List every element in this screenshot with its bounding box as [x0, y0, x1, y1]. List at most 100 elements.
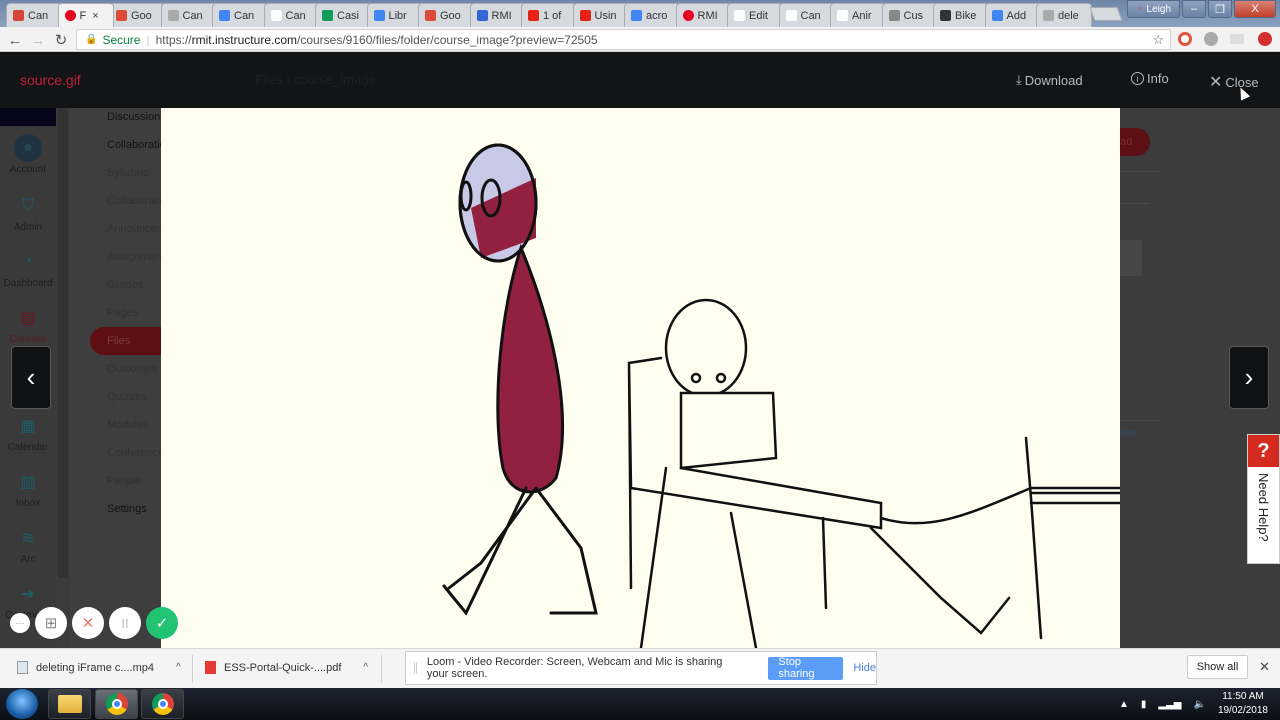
browser-tab[interactable]: Usin [572, 3, 629, 27]
global-nav-arc[interactable]: ≋ Arc [0, 524, 56, 565]
files-link: iles [1120, 427, 1137, 439]
browser-tab[interactable]: Can [778, 3, 835, 27]
browser-tab[interactable]: Add [984, 3, 1041, 27]
need-help-widget[interactable]: ? Need Help? [1247, 434, 1280, 564]
course-nav-item[interactable]: Modules [107, 419, 149, 431]
course-nav-item[interactable]: Conferences [107, 447, 162, 459]
minimize-button[interactable]: – [1182, 0, 1206, 18]
browser-tab[interactable]: Anir [830, 3, 886, 27]
extension-cast-icon[interactable] [1230, 34, 1244, 44]
browser-tab[interactable]: RMI [675, 3, 732, 27]
extension-power-icon[interactable] [1204, 32, 1218, 46]
next-file-button[interactable]: › [1229, 346, 1269, 409]
drag-handle[interactable] [414, 662, 417, 674]
taskbar-explorer[interactable] [48, 689, 91, 719]
network-icon[interactable]: ▂▃▅ [1158, 699, 1181, 710]
global-nav-account[interactable]: ● Account [0, 134, 56, 175]
course-nav-item[interactable]: People [107, 475, 141, 487]
url-input[interactable]: 🔒 Secure | https://rmit.instructure.com /… [76, 29, 1171, 50]
stop-sharing-button[interactable]: Stop sharing [768, 656, 844, 680]
profile-button[interactable]: ◔ Leigh [1127, 0, 1180, 18]
file-preview-header: source.gif Files › course_image ⤓ Downlo… [0, 52, 1280, 108]
browser-tab[interactable]: acro [624, 3, 680, 27]
shield-key-icon: ⛉ [21, 197, 34, 214]
download-item[interactable]: ESS-Portal-Quick-....pdf ^ [205, 661, 368, 674]
course-nav-item[interactable]: Quizzes [107, 391, 147, 403]
finish-recording-button[interactable]: ✓ [146, 607, 178, 639]
bookmark-star-icon[interactable]: ☆ [1152, 32, 1164, 48]
power-icon[interactable]: ▮ [1141, 699, 1147, 710]
course-nav-item[interactable]: Pages [107, 307, 138, 319]
download-button[interactable]: ⤓ Download [1016, 72, 1083, 88]
course-nav-item[interactable]: Syllabus [107, 167, 149, 179]
reload-button[interactable]: ↻ [51, 30, 71, 50]
dashboard-icon: ◔ [23, 253, 33, 270]
forward-button[interactable]: → [28, 30, 48, 50]
custom-icon [888, 10, 900, 21]
more-options-button[interactable]: ··· [10, 613, 30, 633]
show-all-downloads-button[interactable]: Show all [1187, 655, 1248, 679]
previous-file-button[interactable]: ‹ [11, 346, 51, 409]
browser-tab[interactable]: Can [263, 3, 320, 27]
extension-loom-icon[interactable] [1258, 32, 1272, 46]
course-nav-item[interactable]: Files [107, 335, 130, 347]
browser-tab[interactable]: F × [57, 3, 114, 27]
global-nav-label: Admin [13, 222, 43, 233]
global-nav-courses[interactable]: ▤ Courses [0, 304, 56, 345]
back-button[interactable]: ← [5, 30, 25, 50]
nav-scrollbar[interactable] [58, 108, 68, 578]
browser-tab[interactable]: 1 of [521, 3, 577, 27]
download-item[interactable]: deleting iFrame c....mp4 ^ [17, 661, 181, 674]
window-close-button[interactable]: X [1234, 0, 1276, 18]
course-nav-item[interactable]: Discussions [107, 111, 162, 123]
tab-title: dele [1058, 9, 1079, 22]
course-nav-item[interactable]: Assignments [107, 251, 162, 263]
browser-tab[interactable]: Can [160, 3, 217, 27]
chevron-up-icon[interactable]: ^ [363, 662, 368, 673]
browser-tab[interactable]: Bike [933, 3, 989, 27]
cancel-recording-button[interactable]: ✕ [72, 607, 104, 639]
new-tab-button[interactable] [1089, 7, 1123, 21]
tab-close-icon[interactable]: × [92, 10, 98, 22]
hide-button[interactable]: Hide [853, 662, 876, 674]
chevron-up-icon[interactable]: ^ [176, 662, 181, 673]
close-button[interactable]: ✕ Close [1209, 72, 1259, 92]
google-plus-icon [425, 10, 436, 21]
camera-toggle-button[interactable]: ⊞ [35, 607, 67, 639]
browser-tab[interactable]: Cus [881, 3, 938, 27]
browser-tab[interactable]: Goo [418, 3, 474, 27]
global-nav-inbox[interactable]: ▥ Inbox [0, 468, 56, 509]
taskbar-chrome[interactable] [141, 689, 184, 719]
inbox-icon: ▥ [20, 474, 36, 491]
profile-icon: ◔ [1136, 3, 1143, 15]
browser-tab[interactable]: dele [1036, 3, 1092, 27]
download-filename: ESS-Portal-Quick-....pdf [224, 661, 342, 674]
maximize-button[interactable]: ❐ [1208, 0, 1232, 18]
course-nav-item[interactable]: Announcements [107, 223, 162, 235]
global-nav-dashboard[interactable]: ◔ Dashboard [0, 248, 56, 289]
browser-tab[interactable]: Can [212, 3, 268, 27]
pause-recording-button[interactable]: II [109, 607, 141, 639]
volume-icon[interactable]: 🔈 [1193, 699, 1205, 710]
clock[interactable]: 11:50 AM 19/02/2018 [1218, 690, 1268, 718]
course-nav-item[interactable]: Settings [107, 503, 147, 515]
browser-tab[interactable]: Edit [727, 3, 783, 27]
browser-tab[interactable]: Casi [315, 3, 371, 27]
windows-start-button[interactable] [6, 689, 38, 719]
global-nav-calendar[interactable]: ▦ Calendar [0, 412, 56, 453]
course-nav-item[interactable]: Outcomes [107, 363, 157, 375]
browser-tab[interactable]: Can [6, 3, 62, 27]
browser-tab[interactable]: RMI [469, 3, 526, 27]
extension-swirl-icon[interactable] [1178, 32, 1192, 46]
close-downloads-bar-icon[interactable]: ✕ [1259, 659, 1270, 675]
show-hidden-icons-icon[interactable]: ▲ [1119, 699, 1129, 710]
browser-tab[interactable]: Goo [109, 3, 165, 27]
taskbar-chrome-active[interactable] [95, 689, 138, 719]
info-button[interactable]: i Info [1131, 71, 1169, 86]
course-nav-item[interactable]: Grades [107, 279, 143, 291]
browser-tab[interactable]: Libr [366, 3, 423, 27]
youtube-icon [579, 10, 591, 21]
course-nav-item[interactable]: Collaborations [107, 139, 162, 151]
course-nav-item[interactable]: Collaborations [107, 195, 162, 207]
global-nav-admin[interactable]: ⛉ Admin [0, 192, 56, 233]
